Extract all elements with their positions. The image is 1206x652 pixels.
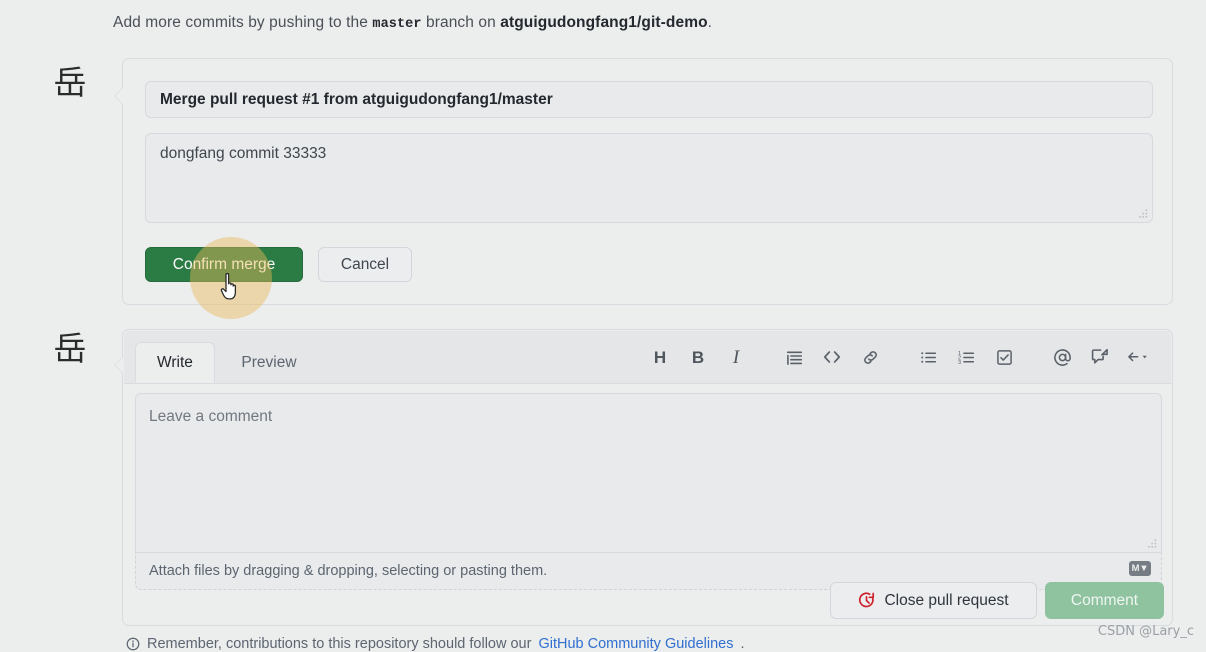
ordered-list-icon[interactable]: 1 2 3 [947,341,985,373]
mention-icon[interactable] [1043,341,1081,373]
community-guidelines-link[interactable]: GitHub Community Guidelines [538,636,733,652]
notice-repo-name: atguigudongfang1/git-demo [500,14,708,31]
community-guidelines-suffix: . [740,636,745,652]
notice-suffix: . [707,14,713,31]
tab-write-label: Write [157,353,193,371]
cancel-label: Cancel [340,255,390,273]
avatar: 岳 [53,328,87,368]
tab-preview-label: Preview [241,353,297,371]
merge-commit-title-input[interactable]: Merge pull request #1 from atguigudongfa… [145,81,1153,118]
confirm-merge-label: Confirm merge [172,255,276,273]
resize-grip-icon[interactable] [1137,208,1148,219]
merge-commit-title-value: Merge pull request #1 from atguigudongfa… [160,90,553,108]
resize-grip-icon[interactable] [1146,538,1157,549]
heading-icon[interactable]: H [641,341,679,373]
quote-icon[interactable] [775,341,813,373]
comment-placeholder: Leave a comment [149,408,273,425]
saved-replies-icon[interactable] [1119,341,1157,373]
push-more-commits-notice: Add more commits by pushing to the maste… [113,14,712,32]
bold-icon[interactable]: B [679,341,717,373]
cancel-button[interactable]: Cancel [318,247,412,282]
comment-composer-card: Write Preview H B I 1 2 3 Leave a commen… [114,329,1173,626]
closed-pull-request-icon [859,592,875,608]
tab-preview[interactable]: Preview [219,342,319,383]
comment-submit-button[interactable]: Comment [1045,582,1164,619]
community-guidelines-note: Remember, contributions to this reposito… [126,636,745,652]
merge-commit-description-textarea[interactable]: dongfang commit 33333 [145,133,1153,223]
info-icon [126,637,140,651]
notice-prefix: Add more commits by pushing to the [113,14,373,31]
markdown-supported-icon[interactable]: M ▼ [1129,561,1151,576]
unordered-list-icon[interactable] [909,341,947,373]
composer-header: Write Preview H B I 1 2 3 [124,331,1171,384]
merge-commit-description-value: dongfang commit 33333 [160,145,327,162]
attach-files-hint: Attach files by dragging & dropping, sel… [149,563,548,579]
bubble-tail-inner-icon [115,357,123,373]
bubble-tail-inner-icon [115,88,123,104]
notice-branch-name: master [372,17,422,32]
community-guidelines-text: Remember, contributions to this reposito… [147,636,532,652]
svg-text:3: 3 [958,359,961,365]
code-icon[interactable] [813,341,851,373]
link-icon[interactable] [851,341,889,373]
markdown-toolbar: H B I 1 2 3 [641,341,1157,373]
task-list-icon[interactable] [985,341,1023,373]
italic-icon[interactable]: I [717,341,755,373]
watermark: CSDN @Lary_c [1097,624,1194,639]
avatar: 岳 [53,62,87,102]
cross-reference-icon[interactable] [1081,341,1119,373]
comment-submit-label: Comment [1070,591,1139,609]
close-pull-request-label: Close pull request [884,591,1009,609]
comment-textarea[interactable]: Leave a comment [135,393,1162,553]
tab-write[interactable]: Write [135,342,215,383]
close-pull-request-button[interactable]: Close pull request [830,582,1037,619]
notice-middle: branch on [421,14,501,31]
confirm-merge-button[interactable]: Confirm merge [145,247,303,282]
